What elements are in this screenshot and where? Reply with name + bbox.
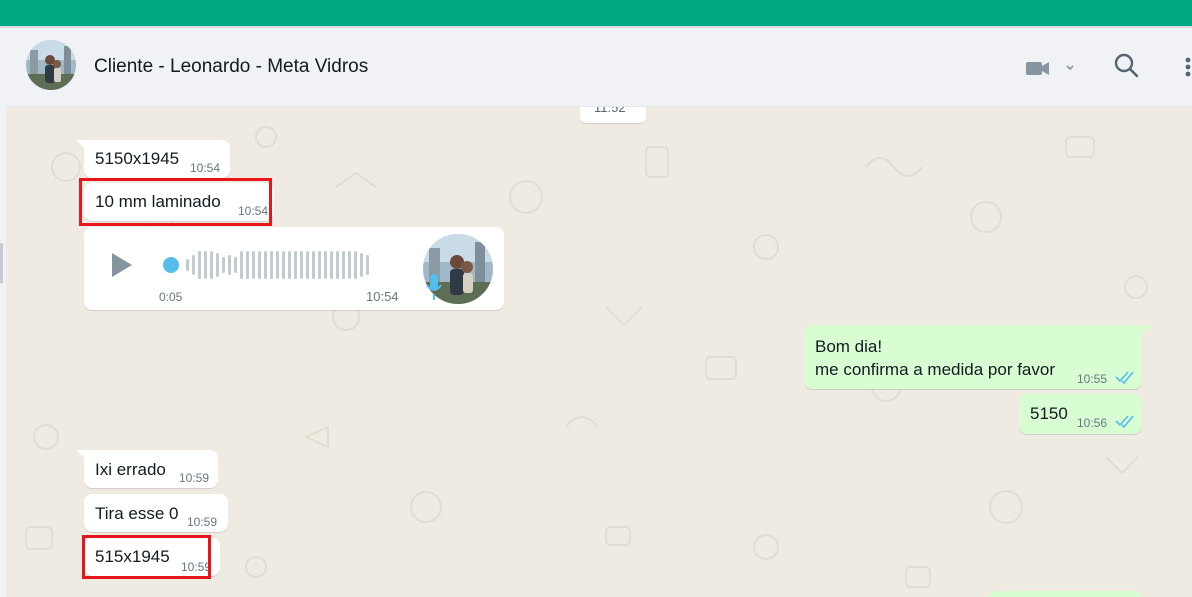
- menu-button[interactable]: [1176, 52, 1192, 82]
- double-check-icon: [1115, 371, 1134, 384]
- incoming-message[interactable]: 5150x1945 10:54: [84, 140, 230, 178]
- outgoing-message[interactable]: Bom dia! me confirma a medida por favor …: [804, 325, 1142, 389]
- microphone-icon: [426, 274, 442, 300]
- message-text: 5150: [1030, 404, 1068, 423]
- contact-name[interactable]: Cliente - Leonardo - Meta Vidros: [94, 56, 368, 78]
- contact-avatar[interactable]: [26, 40, 76, 90]
- message-time: 10:56: [1077, 416, 1108, 430]
- message-time: 10:55: [1077, 372, 1108, 386]
- voice-message[interactable]: 0:05 10:54: [84, 227, 504, 310]
- video-call-icon: [1026, 62, 1074, 75]
- voice-duration: 0:05: [159, 290, 183, 304]
- chat-area[interactable]: 11:52 5150x1945 10:54 10 mm laminado 10:…: [6, 107, 1192, 597]
- app-top-bar: [0, 0, 1192, 26]
- message-text: Tira esse 0: [95, 504, 179, 523]
- outgoing-message-partial[interactable]: [988, 591, 1142, 597]
- double-check-icon: [1115, 415, 1134, 428]
- message-time: 10:59: [179, 471, 210, 485]
- message-text: Ixi errado: [95, 460, 166, 479]
- highlight-box: [82, 535, 211, 579]
- date-chip: 11:52: [580, 107, 646, 123]
- message-time: 10:59: [187, 515, 218, 529]
- incoming-message[interactable]: Tira esse 0 10:59: [84, 494, 228, 532]
- message-text: 5150x1945: [95, 149, 180, 168]
- search-button[interactable]: [1112, 50, 1142, 82]
- chat-header: Cliente - Leonardo - Meta Vidros: [6, 28, 1192, 107]
- message-time: 10:54: [366, 289, 399, 304]
- sidebar-resize-handle[interactable]: [0, 243, 3, 283]
- outgoing-message[interactable]: 5150 10:56: [1019, 394, 1142, 434]
- menu-dots-icon: [1185, 57, 1191, 77]
- play-icon[interactable]: [108, 249, 136, 281]
- search-icon: [1114, 53, 1139, 78]
- message-text: me confirma a medida por favor: [815, 360, 1055, 379]
- highlight-box: [79, 178, 272, 226]
- message-time: 10:54: [190, 161, 221, 175]
- chevron-down-icon: [1066, 65, 1074, 71]
- waveform[interactable]: [162, 247, 392, 283]
- video-call-button[interactable]: [1024, 56, 1084, 80]
- message-text: Bom dia!: [815, 337, 883, 356]
- incoming-message[interactable]: Ixi errado 10:59: [84, 450, 218, 488]
